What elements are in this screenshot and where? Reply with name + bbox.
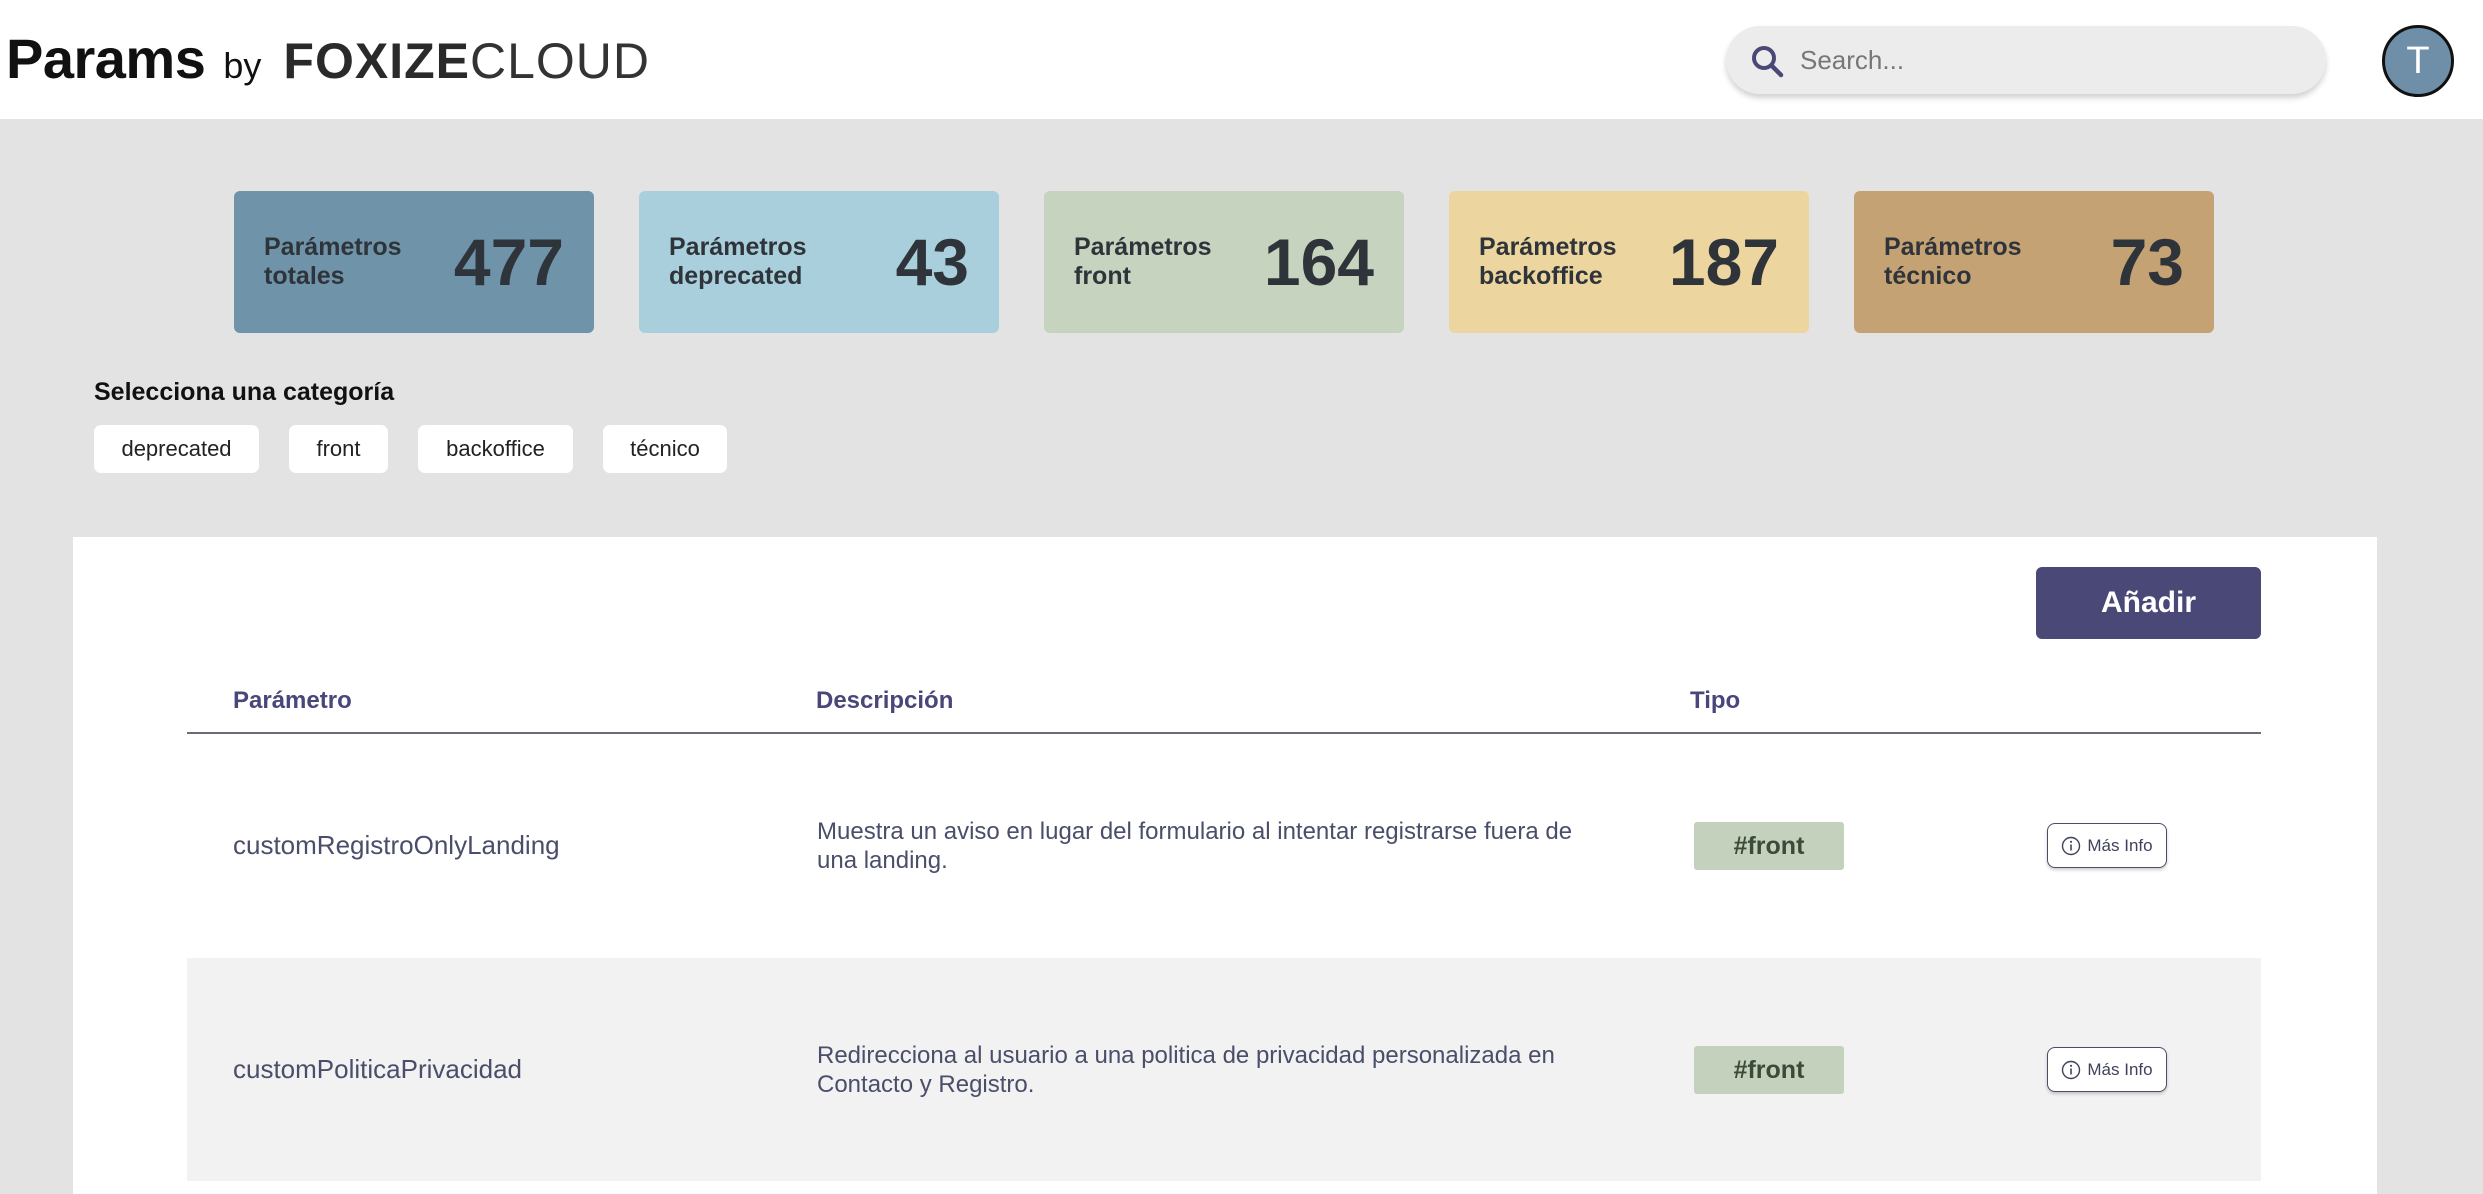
- foxize-cloud-logo: FOXIZECLOUD: [283, 32, 650, 90]
- stat-label: Parámetros backoffice: [1479, 233, 1617, 290]
- param-description: Muestra un aviso en lugar del formulario…: [817, 817, 1573, 874]
- brand: Params by FOXIZECLOUD: [6, 26, 650, 96]
- column-header-parametro: Parámetro: [233, 687, 352, 714]
- stat-label: Parámetros técnico: [1884, 233, 2022, 290]
- avatar[interactable]: T: [2382, 25, 2454, 97]
- params-table-panel: Añadir Parámetro Descripción Tipo custom…: [73, 537, 2377, 1194]
- category-chip-backoffice[interactable]: backoffice: [418, 425, 573, 473]
- stat-label: Parámetros front: [1074, 233, 1212, 290]
- type-tag: #front: [1694, 822, 1844, 870]
- mas-info-button[interactable]: Más Info: [2047, 823, 2167, 868]
- table-row: customPoliticaPrivacidad Redirecciona al…: [187, 958, 2261, 1181]
- column-header-tipo: Tipo: [1690, 687, 1741, 714]
- stat-value: 164: [1263, 225, 1374, 299]
- info-icon: [2062, 1060, 2081, 1079]
- column-header-descripcion: Descripción: [816, 687, 954, 714]
- info-icon: [2062, 836, 2081, 855]
- mas-info-label: Más Info: [2087, 835, 2153, 855]
- category-chip-deprecated[interactable]: deprecated: [94, 425, 259, 473]
- stat-card-backoffice: Parámetros backoffice 187: [1449, 191, 1809, 333]
- param-name: customPoliticaPrivacidad: [233, 1054, 523, 1084]
- brand-by: by: [223, 45, 262, 86]
- stat-value: 477: [453, 225, 564, 299]
- stat-card-totales: Parámetros totales 477: [234, 191, 594, 333]
- stat-value: 43: [895, 225, 969, 299]
- category-chip-tecnico[interactable]: técnico: [603, 425, 727, 473]
- top-header: Params by FOXIZECLOUD T: [0, 0, 2483, 119]
- stat-value: 73: [2110, 225, 2184, 299]
- category-chip-front[interactable]: front: [289, 425, 388, 473]
- mas-info-label: Más Info: [2087, 1059, 2153, 1079]
- mas-info-button[interactable]: Más Info: [2047, 1047, 2167, 1092]
- search-bar[interactable]: [1726, 26, 2326, 94]
- search-icon: [1752, 46, 1784, 78]
- logo-strong-text: FOXIZE: [283, 33, 470, 89]
- stat-card-tecnico: Parámetros técnico 73: [1854, 191, 2214, 333]
- app-title: Params: [6, 27, 206, 90]
- stat-card-deprecated: Parámetros deprecated 43: [639, 191, 999, 333]
- table-row: customRegistroOnlyLanding Muestra un avi…: [187, 734, 2261, 957]
- param-name: customRegistroOnlyLanding: [233, 830, 560, 860]
- param-description: Redirecciona al usuario a una politica d…: [817, 1041, 1555, 1098]
- stat-value: 187: [1668, 225, 1779, 299]
- stat-card-front: Parámetros front 164: [1044, 191, 1404, 333]
- add-button[interactable]: Añadir: [2036, 567, 2261, 639]
- logo-light-text: CLOUD: [469, 33, 651, 89]
- stat-label: Parámetros totales: [264, 233, 402, 290]
- search-input[interactable]: [1800, 40, 2300, 80]
- type-tag: #front: [1694, 1046, 1844, 1094]
- stat-label: Parámetros deprecated: [669, 233, 807, 290]
- category-title: Selecciona una categoría: [94, 378, 395, 406]
